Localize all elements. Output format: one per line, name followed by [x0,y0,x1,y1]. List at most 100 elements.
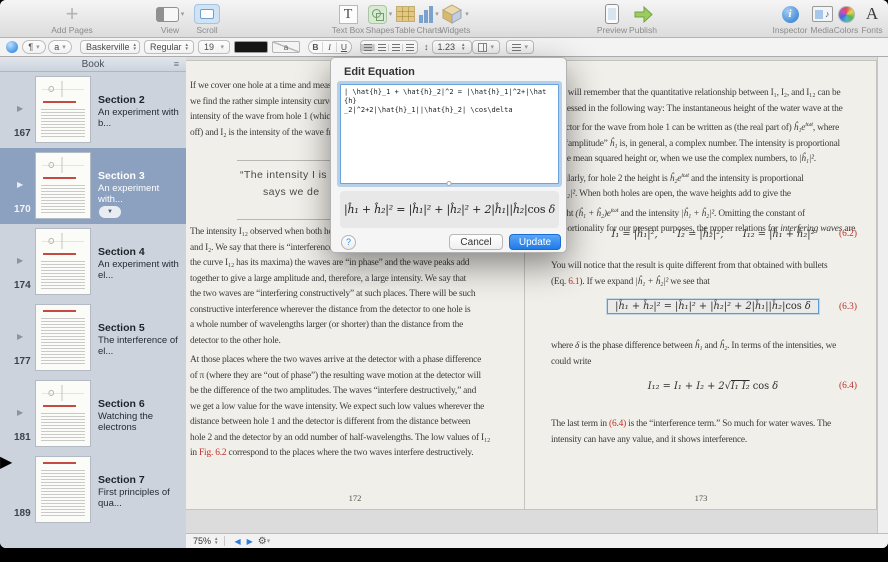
help-button[interactable]: ? [341,235,356,250]
thumbnail-page-number: 181 [14,432,31,443]
navigator-sphere-icon[interactable] [6,41,18,53]
section-title: Section 6 [98,398,184,410]
align-justify-icon [406,44,414,51]
page-173: You will remember that the quantitative … [524,61,877,509]
previous-page-button[interactable]: ◀ [234,537,240,546]
main-toolbar: + Add Pages ▾ View Scroll T Text Box ▾ S… [0,0,888,38]
sidebar-section-3-selected[interactable]: ▶ 170 Section 3An experiment with... ▼ [0,148,186,224]
italic-button[interactable]: I [323,42,337,52]
paragraph[interactable]: You will notice that the result is quite… [551,259,875,290]
paragraph[interactable]: The last term in (6.4) is the “interfere… [551,417,875,448]
disclosure-triangle-icon[interactable]: ▶ [17,332,23,341]
chevron-down-icon: ▾ [524,44,528,51]
equation-6-3-row[interactable]: |ĥ₁ + ĥ₂|² = |ĥ₁|² + |ĥ₂|² + 2|ĥ₁||ĥ₂|co… [551,299,875,314]
equation-6-2-ref[interactable]: (6.2) [839,229,857,239]
sidebar-section-7[interactable]: ▶ 189 Section 7First principles of qua..… [0,452,186,528]
text-color-swatch[interactable] [234,41,268,53]
chevron-down-icon: ▾ [267,538,271,545]
sidebar-section-4[interactable]: ▶ 174 Section 4An experiment with el... [0,224,186,300]
line-spacing-control[interactable]: 1.23▲▼ [432,40,472,54]
align-left-button[interactable] [361,44,375,51]
underline-button[interactable]: U [337,42,351,52]
next-page-button[interactable]: ▶ [247,537,253,546]
sidebar-section-6[interactable]: ▶ 181 Section 6Watching the electrons [0,376,186,452]
zoom-stepper[interactable]: ▲▼ [214,537,218,545]
cancel-button[interactable]: Cancel [449,234,503,250]
update-button[interactable]: Update [509,234,561,250]
list-style-button[interactable]: ▾ [506,40,534,54]
equation-6-2[interactable]: I₁ = |ĥ₁|², I₂ = |ĥ₂|², I₁₂ = |ĥ₁ + ĥ₂|² [611,229,814,240]
section-options-button[interactable]: ▼ [99,206,121,218]
paragraph-style-button[interactable]: ¶▾ [22,40,46,54]
fonts-button[interactable]: A Fonts [844,3,888,37]
section-title: Section 3 [98,170,184,182]
disclosure-triangle-icon[interactable]: ▶ [17,408,23,417]
equation-6-4-ref[interactable]: (6.4) [839,381,857,391]
disclosure-triangle-icon[interactable]: ▶ [17,104,23,113]
bold-button[interactable]: B [309,42,323,52]
stepper-icon: ▲▼ [461,43,465,51]
section-subtitle: An experiment with... [98,183,184,205]
equation-6-2-row[interactable]: I₁ = |ĥ₁|², I₂ = |ĥ₂|², I₁₂ = |ĥ₁ + ĥ₂|²… [551,229,875,240]
add-pages-button[interactable]: + Add Pages [42,3,102,37]
paragraph[interactable]: where δ is the phase difference between … [551,339,875,370]
font-family-select[interactable]: Baskerville▲▼ [80,40,140,54]
gear-menu-button[interactable]: ⚙ [258,536,267,547]
page-thumbnail[interactable] [35,228,91,295]
publish-label: Publish [615,25,671,35]
publish-button[interactable]: Publish [615,3,671,37]
character-style-label: a [54,42,59,52]
disclosure-triangle-icon[interactable]: ▶ [0,454,12,471]
background-color-swatch[interactable]: a [272,41,300,53]
scroll-icon [194,4,220,24]
zoom-level-value[interactable]: 75% [193,536,211,546]
font-size-value: 19 [204,42,214,52]
equation-6-3[interactable]: |ĥ₁ + ĥ₂|² = |ĥ₁|² + |ĥ₂|² + 2|ĥ₁||ĥ₂|co… [615,301,811,312]
page-thumbnail[interactable] [35,76,91,143]
stepper-icon: ▲▼ [133,43,137,51]
list-menu-icon[interactable]: ≡ [174,59,179,69]
align-justify-button[interactable] [403,44,417,51]
equation-6-4-row[interactable]: I₁₂ = I₁ + I₂ + 2√I₁ I₂ cos δ (6.4) [551,381,875,392]
selected-equation-box[interactable]: |ĥ₁ + ĥ₂|² = |ĥ₁|² + |ĥ₂|² + 2|ĥ₁||ĥ₂|co… [607,299,819,314]
paragraph[interactable]: At those places where the two waves arri… [190,353,522,462]
equation-6-3-ref[interactable]: (6.3) [839,302,857,312]
divider [224,536,225,546]
page-thumbnail[interactable] [35,152,91,219]
section-title: Section 2 [98,94,184,106]
equation-latex-input[interactable]: | \hat{h}_1 + \hat{h}_2|^2 = |\hat{h}_1|… [340,84,559,184]
page-thumbnail[interactable] [35,304,91,371]
paragraph[interactable]: You will remember that the quantitative … [551,86,875,238]
sidebar-section-5[interactable]: ▶ 177 Section 5The interference of el... [0,300,186,376]
sidebar-header[interactable]: Book≡ [0,57,186,72]
page-thumbnail[interactable] [35,456,91,523]
font-size-select[interactable]: 19▾ [198,40,230,54]
scrollbar-gutter[interactable] [877,57,888,533]
character-style-button[interactable]: a▾ [48,40,72,54]
thumbnail-page-number: 189 [14,508,31,519]
disclosure-triangle-icon[interactable]: ▶ [17,180,23,189]
equation-6-4[interactable]: I₁₂ = I₁ + I₂ + 2√I₁ I₂ cos δ [648,381,778,392]
list-icon [512,44,521,51]
pull-quote-line[interactable]: says we de [263,186,320,198]
sidebar-section-2[interactable]: ▶ 167 Section 2An experiment with b... [0,72,186,148]
align-center-button[interactable] [375,44,389,51]
align-center-icon [378,44,386,51]
scroll-button[interactable]: Scroll [179,3,235,37]
page-thumbnail[interactable] [35,380,91,447]
equation-preview-box: |ĥ₁ + ĥ₂|² = |ĥ₁|² + |ĥ₂|² + 2|ĥ₁||ĥ₂|co… [340,191,559,228]
pull-quote-line[interactable]: “The intensity I is [240,169,327,181]
align-left-icon [364,44,372,51]
section-subtitle: An experiment with b... [98,107,184,129]
typeface-select[interactable]: Regular▲▼ [144,40,194,54]
align-right-button[interactable] [389,44,403,51]
line-height-icon: ↕ [424,42,429,52]
page-number: 172 [186,493,524,503]
textarea-resize-handle[interactable] [446,181,451,186]
widgets-button[interactable]: ▾ Widgets [427,3,483,37]
sidebar-section-partial[interactable] [0,528,186,548]
alignment-group [360,40,418,54]
columns-button[interactable]: ▾ [472,40,500,54]
add-pages-label: Add Pages [42,25,102,35]
disclosure-triangle-icon[interactable]: ▶ [17,256,23,265]
